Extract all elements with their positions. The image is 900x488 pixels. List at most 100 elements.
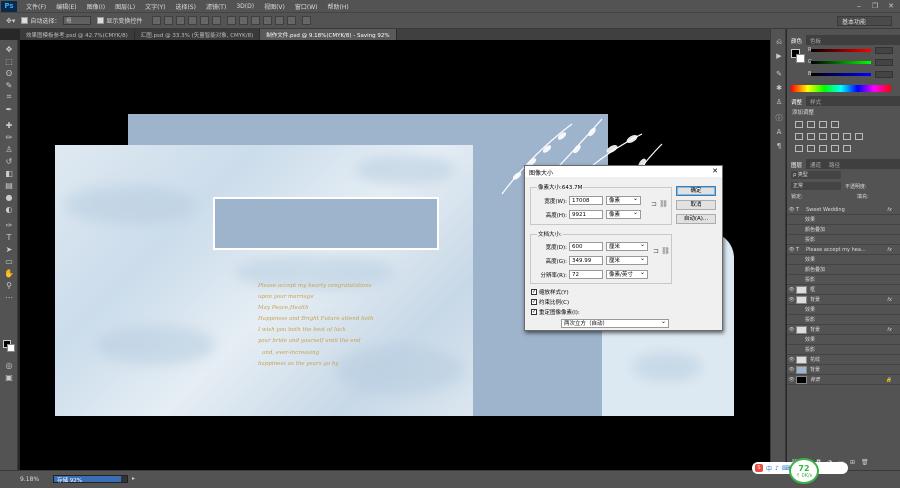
hue-adjust-icon[interactable] (807, 133, 815, 140)
checkbox-check-icon[interactable]: ✓ (531, 299, 537, 305)
gradient-tool-icon[interactable]: ▤ (3, 180, 15, 190)
tab-channels[interactable]: 通道 (806, 159, 825, 169)
constrain-proportions-checkbox[interactable]: ✓ 约束比例(C) (531, 298, 569, 306)
distribute-center-icon[interactable] (275, 16, 285, 25)
curves-adjust-icon[interactable] (819, 121, 827, 128)
restore-icon[interactable]: ❐ (868, 1, 882, 10)
link-chain-icon[interactable]: ⊐ ⛓ (653, 247, 670, 255)
brightness-adjust-icon[interactable] (795, 121, 803, 128)
paragraph-panel-icon[interactable]: ¶ (774, 141, 784, 151)
new-layer-icon[interactable]: ⊞ (850, 459, 855, 467)
green-value-field[interactable] (875, 59, 893, 66)
visibility-eye-icon[interactable]: 👁 (787, 297, 796, 303)
blur-tool-icon[interactable]: ● (3, 192, 15, 202)
network-speed-widget[interactable]: 72 ↑ 0K/s (789, 458, 819, 484)
menu-view[interactable]: 视图(V) (259, 2, 290, 11)
zoom-tool-icon[interactable]: ⚲ (3, 280, 15, 290)
distribute-left-icon[interactable] (263, 16, 273, 25)
layer-effect-item[interactable]: 投影 (787, 315, 900, 325)
visibility-eye-icon[interactable]: 👁 (787, 247, 796, 253)
photo-filter-adjust-icon[interactable] (843, 133, 851, 140)
shape-tool-icon[interactable]: ▭ (3, 256, 15, 266)
blend-mode-dropdown[interactable]: 正常 (791, 182, 841, 190)
ime-punctuation-icon[interactable]: ♪ (775, 465, 779, 472)
lasso-tool-icon[interactable]: ʘ (3, 68, 15, 78)
align-center-icon[interactable] (200, 16, 210, 25)
align-middle-icon[interactable] (164, 16, 174, 25)
move-tool-icon[interactable]: ✥▾ (6, 17, 15, 25)
layer-pattern[interactable]: 👁 花纹 (787, 355, 900, 365)
workspace-switcher[interactable]: 基本功能 (837, 16, 892, 26)
layer-effects[interactable]: 效果 (787, 255, 900, 265)
fx-icon[interactable]: fx (887, 327, 892, 333)
marquee-tool-icon[interactable]: ⬚ (3, 56, 15, 66)
layer-background-c[interactable]: 👁 背景 (787, 365, 900, 375)
delete-layer-icon[interactable]: 🗑 (861, 459, 869, 467)
visibility-eye-icon[interactable]: 👁 (787, 287, 796, 293)
layer-filter-dropdown[interactable]: ρ 类型 (791, 171, 841, 179)
resolution-unit-dropdown[interactable]: 像素/英寸 (606, 269, 648, 279)
zoom-level[interactable]: 9.18% (20, 476, 39, 483)
tab-document-2[interactable]: 汇图.psd @ 33.3% (矢量智能对象, CMYK/8) (134, 29, 261, 40)
layer-background-locked[interactable]: 👁 背景 🔒 (787, 375, 900, 385)
show-transform-checkbox[interactable] (97, 17, 105, 24)
bw-adjust-icon[interactable] (831, 133, 839, 140)
layer-background-a[interactable]: 👁 背景 fx (787, 295, 900, 305)
red-slider[interactable] (811, 49, 871, 52)
posterize-adjust-icon[interactable] (807, 145, 815, 152)
menu-file[interactable]: 文件(F) (21, 2, 51, 11)
pen-tool-icon[interactable]: ✑ (3, 220, 15, 230)
menu-window[interactable]: 窗口(W) (290, 2, 323, 11)
cancel-button[interactable]: 取消 (676, 200, 716, 210)
link-chain-icon[interactable]: ⊐ ⛓ (651, 200, 668, 208)
distribute-right-icon[interactable] (287, 16, 297, 25)
invert-adjust-icon[interactable] (795, 145, 803, 152)
fx-icon[interactable]: fx (887, 207, 892, 213)
layer-effects[interactable]: 效果 (787, 335, 900, 345)
pixel-width-field[interactable]: 17008 (569, 196, 603, 205)
background-color-swatch[interactable] (7, 344, 15, 352)
blue-value-field[interactable] (875, 71, 893, 78)
layer-effect-item[interactable]: 投影 (787, 235, 900, 245)
distribute-bottom-icon[interactable] (251, 16, 261, 25)
color-balance-adjust-icon[interactable] (819, 133, 827, 140)
history-panel-icon[interactable]: ⎌ (774, 37, 784, 47)
close-icon[interactable]: ✕ (712, 167, 718, 175)
blue-slider[interactable] (811, 73, 871, 76)
threshold-adjust-icon[interactable] (819, 145, 827, 152)
tab-styles[interactable]: 样式 (806, 96, 825, 106)
color-spectrum-bar[interactable] (791, 85, 891, 92)
tab-paths[interactable]: 路径 (825, 159, 844, 169)
layer-background-b[interactable]: 👁 背景 fx (787, 325, 900, 335)
minimize-icon[interactable]: ‒ (852, 1, 866, 10)
menu-select[interactable]: 选择(S) (170, 2, 201, 11)
ok-button[interactable]: 确定 (676, 186, 716, 196)
sogou-logo-icon[interactable]: S (755, 464, 763, 472)
bg-color-chip[interactable] (796, 54, 805, 63)
doc-height-field[interactable]: 349.99 (569, 256, 603, 265)
brush-tool-icon[interactable]: ✏ (3, 132, 15, 142)
vibrance-adjust-icon[interactable] (795, 133, 803, 140)
align-right-icon[interactable] (212, 16, 222, 25)
exposure-adjust-icon[interactable] (831, 121, 839, 128)
menu-layer[interactable]: 图层(L) (110, 2, 140, 11)
tab-adjustments[interactable]: 调整 (787, 96, 807, 106)
character-panel-icon[interactable]: A (774, 127, 784, 137)
layer-effects[interactable]: 效果 (787, 305, 900, 315)
menu-3d[interactable]: 3D(D) (231, 3, 259, 10)
auto-select-dropdown[interactable]: 组 (63, 16, 92, 25)
menu-image[interactable]: 图像(I) (82, 2, 110, 11)
selective-color-adjust-icon[interactable] (843, 145, 851, 152)
green-slider[interactable] (811, 61, 871, 64)
brush-presets-icon[interactable]: ✱ (774, 83, 784, 93)
tab-layers[interactable]: 图层 (787, 159, 807, 169)
layer-please-accept[interactable]: 👁 T Please accept my hea... fx (787, 245, 900, 255)
menu-type[interactable]: 文字(Y) (140, 2, 170, 11)
screen-mode-icon[interactable]: ▣ (3, 372, 15, 382)
eraser-tool-icon[interactable]: ◧ (3, 168, 15, 178)
pixel-height-unit-dropdown[interactable]: 像素 (606, 209, 641, 219)
doc-width-field[interactable]: 600 (569, 242, 603, 251)
pixel-width-unit-dropdown[interactable]: 像素 (606, 195, 641, 205)
move-tool-icon[interactable]: ✥ (3, 44, 15, 54)
layer-sweet-wedding[interactable]: 👁 T Sweet Wedding fx (787, 205, 900, 215)
